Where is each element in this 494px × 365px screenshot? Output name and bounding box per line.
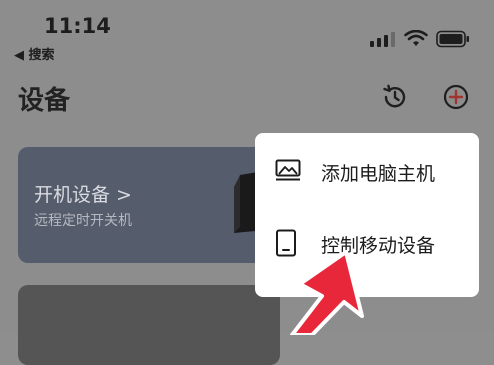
add-computer-menu-item[interactable]: 添加电脑主机 — [255, 137, 479, 203]
add-icon[interactable] — [441, 82, 471, 112]
battery-icon — [436, 30, 469, 48]
second-device-card[interactable] — [18, 285, 280, 365]
menu-item-label: 添加电脑主机 — [321, 163, 436, 185]
page-title: 设备 — [18, 86, 71, 116]
pointer-arrow-icon — [290, 250, 364, 335]
power-device-card[interactable]: 开机设备 > 远程定时开关机 — [18, 147, 280, 263]
card-subtitle: 远程定时开关机 — [34, 213, 132, 229]
wifi-icon — [404, 30, 428, 46]
status-icons — [370, 30, 470, 48]
back-to-search-link[interactable]: ◀ 搜索 — [14, 44, 55, 63]
signal-icon — [370, 32, 395, 47]
picture-icon — [275, 159, 301, 181]
card-title: 开机设备 > — [34, 184, 132, 206]
history-icon[interactable] — [380, 82, 410, 112]
status-time: 11:14 — [44, 14, 111, 38]
